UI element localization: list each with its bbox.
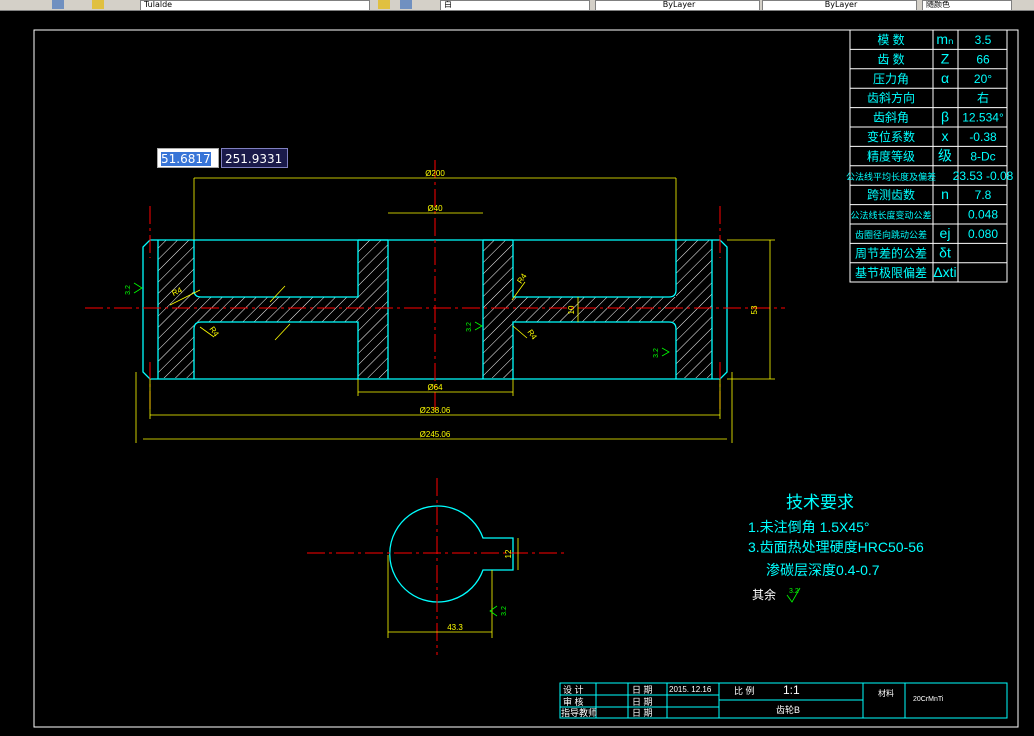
roughness-left: 3.2 bbox=[125, 285, 132, 295]
param-value: 7.8 bbox=[975, 188, 992, 202]
param-symbol: n bbox=[941, 186, 949, 202]
param-symbol: 级 bbox=[938, 147, 952, 163]
param-label: 变位系数 bbox=[867, 129, 915, 144]
dynamic-input-x-value[interactable]: 51.6817 bbox=[161, 152, 211, 166]
layer-state-icon[interactable] bbox=[52, 0, 64, 9]
dim-w10: 10 bbox=[567, 305, 576, 314]
roughness-center: 3.2 bbox=[466, 322, 473, 332]
tech-line-2: 3.齿面热处理硬度HRC50-56 bbox=[748, 539, 924, 555]
param-label: 齿斜方向 bbox=[867, 90, 915, 105]
tb-date-label-1: 日 期 bbox=[632, 685, 653, 695]
param-symbol: β bbox=[941, 109, 949, 125]
param-label: 齿圈径向跳动公差 bbox=[855, 229, 927, 240]
layer-freeze-icon[interactable] bbox=[92, 0, 104, 9]
param-symbol: Δxti bbox=[933, 264, 956, 280]
dim-d64: Ø64 bbox=[427, 383, 443, 392]
drawing-canvas[interactable]: Ø200 Ø40 Ø64 Ø238.06 Ø245.06 53 10 R4 R4… bbox=[0, 10, 1034, 736]
roughness-right: 3.2 bbox=[653, 348, 660, 358]
tech-requirements: 技术要求 1.未注倒角 1.5X45° 3.齿面热处理硬度HRC50-56 渗碳… bbox=[748, 493, 924, 603]
dynamic-input-x[interactable]: 51.6817 bbox=[157, 148, 219, 168]
param-label: 压力角 bbox=[873, 72, 909, 86]
dim-d40: Ø40 bbox=[427, 204, 443, 213]
param-label: 基节极限偏差 bbox=[855, 265, 927, 280]
param-value: 12.534° bbox=[962, 111, 1004, 125]
param-value: 20° bbox=[974, 72, 992, 86]
dim-h53: 53 bbox=[750, 305, 759, 314]
dim-d200: Ø200 bbox=[425, 169, 445, 178]
dim-d238: Ø238.06 bbox=[420, 406, 451, 415]
gear-section-view: Ø200 Ø40 Ø64 Ø238.06 Ø245.06 53 10 R4 R4… bbox=[85, 160, 785, 443]
param-symbol: α bbox=[941, 70, 949, 86]
param-label: 模 数 bbox=[877, 32, 904, 47]
tb-date-label-2: 日 期 bbox=[632, 697, 653, 707]
dim-w43: 43.3 bbox=[447, 623, 463, 632]
tb-material-label: 材料 bbox=[878, 688, 894, 698]
param-value: 0.080 bbox=[968, 227, 998, 241]
param-symbol: x bbox=[942, 128, 949, 144]
param-value: 66 bbox=[976, 52, 990, 66]
tb-guide: 指导教师 bbox=[561, 707, 597, 718]
roughness-rest: 3.2 bbox=[789, 588, 799, 595]
param-label: 公法线平均长度及偏差 bbox=[846, 171, 936, 182]
tech-title: 技术要求 bbox=[786, 493, 854, 512]
dim-d245: Ø245.06 bbox=[420, 430, 451, 439]
dim-h12: 12 bbox=[504, 549, 513, 558]
tb-part-name: 齿轮B bbox=[776, 704, 800, 715]
param-symbol: ej bbox=[940, 225, 951, 241]
tb-scale: 1:1 bbox=[783, 683, 800, 697]
keyway-view: 43.3 12 3.2 bbox=[307, 478, 565, 655]
tb-material: 20CrMnTi bbox=[913, 696, 944, 703]
title-block: 设 计 审 核 指导教师 日 期 日 期 日 期 2015. 12.16 比 例… bbox=[559, 682, 1008, 719]
param-value: 0.048 bbox=[968, 208, 998, 222]
param-label: 公法线长度变动公差 bbox=[850, 210, 931, 221]
param-label: 齿斜角 bbox=[873, 111, 909, 125]
tb-date-label-3: 日 期 bbox=[632, 708, 653, 718]
tech-line-3: 渗碳层深度0.4-0.7 bbox=[766, 562, 880, 578]
tb-date: 2015. 12.16 bbox=[669, 685, 712, 694]
tech-line-1: 1.未注倒角 1.5X45° bbox=[748, 519, 870, 535]
tb-review: 审 核 bbox=[563, 696, 584, 707]
tb-design: 设 计 bbox=[563, 684, 584, 695]
param-label: 跨测齿数 bbox=[867, 187, 915, 202]
param-symbol: mₙ bbox=[936, 31, 953, 47]
layer-states-icon[interactable] bbox=[400, 0, 412, 9]
param-value: 3.5 bbox=[975, 33, 992, 47]
param-label: 齿 数 bbox=[877, 51, 904, 66]
param-value: 8-Dc bbox=[970, 149, 995, 163]
param-symbol: Z bbox=[941, 50, 950, 66]
layer-previous-icon[interactable] bbox=[378, 0, 390, 9]
param-value: -0.38 bbox=[969, 130, 997, 144]
param-label: 周节差的公差 bbox=[855, 245, 927, 260]
dynamic-input-y[interactable]: 251.9331 bbox=[221, 148, 288, 168]
param-label: 精度等级 bbox=[867, 148, 915, 163]
tb-scale-label: 比 例 bbox=[734, 685, 755, 696]
param-symbol: δt bbox=[939, 244, 951, 260]
roughness-keyway: 3.2 bbox=[501, 606, 508, 616]
param-value: 23.53 -0.08 bbox=[953, 169, 1014, 183]
param-value: 右 bbox=[977, 90, 989, 105]
tech-rest-label: 其余 bbox=[752, 587, 776, 602]
params-table: 模 数 mₙ 3.5 齿 数 Z 66 压力角 α 20° 齿斜方向 右齿斜角 β 12.534° 变位系… bbox=[846, 29, 1014, 283]
